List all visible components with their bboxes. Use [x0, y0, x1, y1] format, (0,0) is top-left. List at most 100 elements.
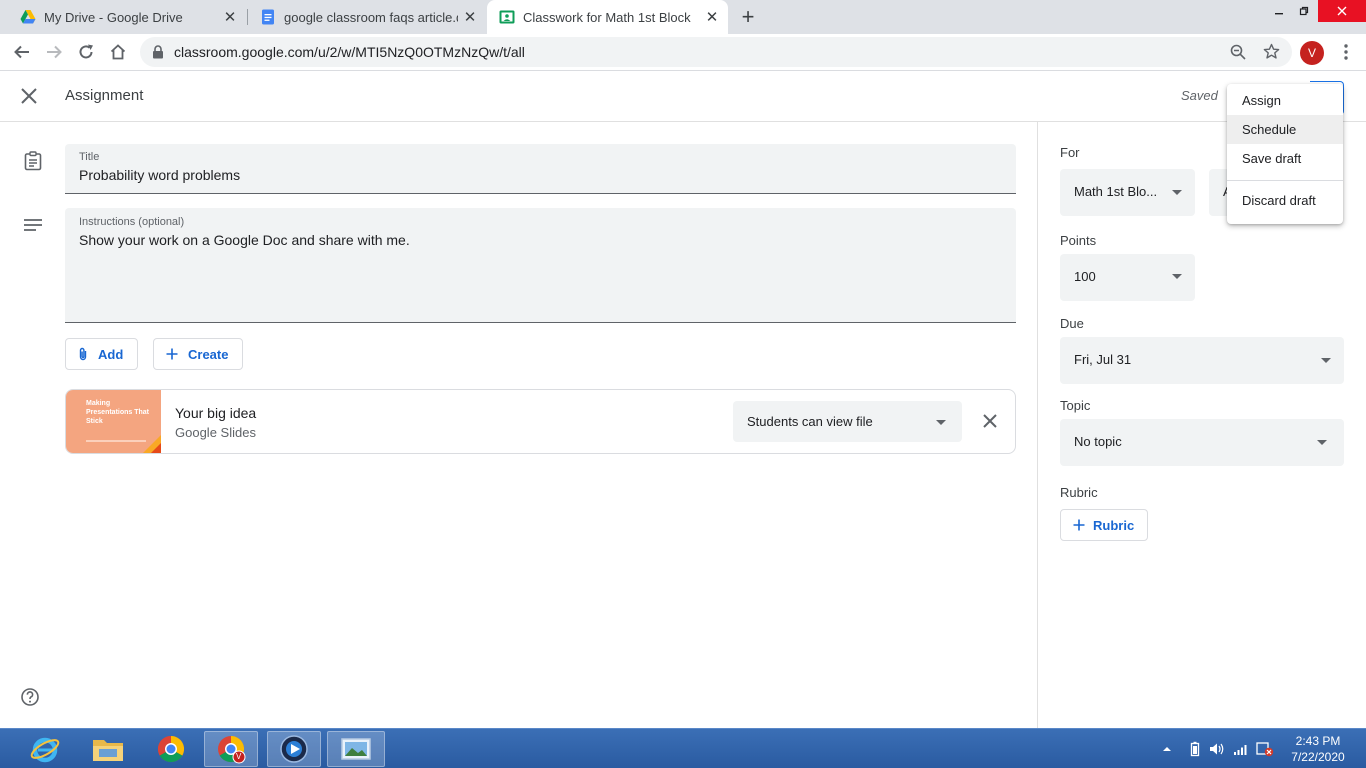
- save-status: Saved: [1181, 88, 1218, 103]
- menu-item-discard-draft[interactable]: Discard draft: [1227, 186, 1343, 215]
- tab-close-icon[interactable]: ✕: [462, 9, 478, 26]
- class-select-value: Math 1st Blo...: [1074, 184, 1158, 199]
- action-center-alert-icon[interactable]: [1256, 729, 1274, 768]
- for-label: For: [1060, 145, 1080, 160]
- clock-time: 2:43 PM: [1295, 734, 1341, 748]
- add-button-label: Add: [98, 346, 124, 362]
- tab-title: Classwork for Math 1st Block: [523, 9, 691, 25]
- address-bar[interactable]: classroom.google.com/u/2/w/MTI5NzQ0OTMzN…: [140, 37, 1292, 67]
- dropdown-arrow-icon: [1317, 440, 1327, 445]
- tab-title: My Drive - Google Drive: [44, 9, 183, 25]
- restore-icon[interactable]: [1293, 0, 1315, 22]
- home-icon[interactable]: [106, 40, 130, 64]
- students-select[interactable]: A: [1209, 169, 1232, 216]
- class-select[interactable]: Math 1st Blo...: [1060, 169, 1195, 216]
- tab-google-drive[interactable]: My Drive - Google Drive ✕: [0, 0, 246, 34]
- window-close-icon[interactable]: [1318, 0, 1366, 22]
- attachment-name[interactable]: Your big idea: [175, 405, 256, 421]
- browser-toolbar: classroom.google.com/u/2/w/MTI5NzQ0OTMzN…: [0, 34, 1366, 71]
- help-icon[interactable]: [20, 687, 40, 707]
- profile-avatar[interactable]: V: [1300, 41, 1324, 65]
- due-label: Due: [1060, 316, 1084, 331]
- topic-label: Topic: [1060, 398, 1091, 413]
- title-input[interactable]: Probability word problems: [79, 167, 240, 183]
- media-player-icon[interactable]: [267, 731, 321, 767]
- permission-select[interactable]: Students can view file: [733, 401, 962, 442]
- browser-tab-strip: My Drive - Google Drive ✕ google classro…: [0, 0, 1366, 34]
- thumbnail-decoration: [151, 443, 161, 453]
- bookmark-star-icon[interactable]: [1263, 43, 1280, 60]
- file-explorer-icon[interactable]: [83, 731, 133, 767]
- attachment-type: Google Slides: [175, 425, 256, 440]
- menu-divider: [1227, 180, 1343, 181]
- thumbnail-footer-line: [86, 440, 146, 442]
- internet-explorer-icon[interactable]: [20, 731, 70, 767]
- forward-arrow-icon[interactable]: [42, 40, 66, 64]
- dropdown-arrow-icon: [1172, 190, 1182, 195]
- topic-value: No topic: [1074, 434, 1122, 449]
- plus-icon: [1073, 519, 1085, 531]
- paperclip-icon: [78, 347, 88, 361]
- clock-date: 7/22/2020: [1291, 750, 1345, 764]
- back-arrow-icon[interactable]: [10, 40, 34, 64]
- add-rubric-button[interactable]: Rubric: [1060, 509, 1148, 541]
- tab-close-icon[interactable]: ✕: [222, 9, 238, 26]
- assignment-header: Assignment Saved: [0, 71, 1366, 122]
- assignment-icon: [24, 151, 42, 171]
- add-button[interactable]: Add: [65, 338, 139, 370]
- reload-icon[interactable]: [74, 40, 98, 64]
- thumbnail-title: Making Presentations That Stick: [86, 400, 150, 425]
- rubric-button-label: Rubric: [1093, 517, 1135, 533]
- create-button-label: Create: [188, 346, 229, 362]
- more-vert-icon[interactable]: [1334, 40, 1358, 64]
- zoom-icon[interactable]: [1230, 44, 1246, 60]
- rubric-label: Rubric: [1060, 485, 1098, 500]
- volume-icon[interactable]: [1209, 729, 1225, 768]
- due-select[interactable]: Fri, Jul 31: [1060, 337, 1344, 384]
- menu-item-assign[interactable]: Assign: [1227, 86, 1343, 115]
- title-field[interactable]: Title Probability word problems: [65, 144, 1016, 194]
- due-value: Fri, Jul 31: [1074, 352, 1132, 367]
- create-button[interactable]: Create: [153, 338, 244, 370]
- system-clock[interactable]: 2:43 PM 7/22/2020: [1280, 733, 1356, 765]
- lock-icon: [153, 45, 163, 59]
- chrome-icon[interactable]: [146, 731, 196, 767]
- instructions-input[interactable]: Show your work on a Google Doc and share…: [79, 232, 410, 248]
- windows-taskbar: V 2:43 PM 7/22/2020: [0, 728, 1366, 768]
- attachment-card[interactable]: Making Presentations That Stick Your big…: [65, 389, 1016, 454]
- page-title: Assignment: [65, 87, 144, 104]
- menu-item-schedule[interactable]: Schedule: [1227, 115, 1343, 144]
- chrome-profile-icon[interactable]: V: [204, 731, 258, 767]
- profile-badge: V: [236, 752, 242, 761]
- instructions-label: Instructions (optional): [79, 216, 185, 228]
- tab-title: google classroom faqs article.docx: [284, 9, 458, 25]
- show-hidden-icons-icon[interactable]: [1162, 729, 1172, 768]
- menu-item-save-draft[interactable]: Save draft: [1227, 144, 1343, 173]
- tab-google-docs[interactable]: google classroom faqs article.docx ✕: [248, 0, 486, 34]
- tab-classroom[interactable]: Classwork for Math 1st Block ✕: [487, 0, 728, 34]
- network-signal-icon[interactable]: [1233, 729, 1249, 768]
- title-label: Title: [79, 151, 100, 163]
- new-tab-button[interactable]: +: [736, 4, 760, 29]
- remove-attachment-icon[interactable]: [979, 410, 1001, 432]
- photo-viewer-icon[interactable]: [327, 731, 385, 767]
- tab-close-icon[interactable]: ✕: [704, 9, 720, 26]
- points-label: Points: [1060, 233, 1097, 248]
- google-docs-icon: [262, 9, 274, 25]
- notes-icon: [24, 219, 42, 231]
- dropdown-arrow-icon: [936, 420, 946, 425]
- close-icon[interactable]: [18, 85, 40, 107]
- google-drive-icon: [20, 10, 36, 24]
- plus-icon: [166, 348, 178, 360]
- instructions-field[interactable]: Instructions (optional) Show your work o…: [65, 208, 1016, 323]
- assign-options-menu: Assign Schedule Save draft Discard draft: [1227, 84, 1343, 224]
- battery-icon[interactable]: [1190, 729, 1200, 768]
- dropdown-arrow-icon: [1172, 274, 1182, 279]
- points-select[interactable]: 100: [1060, 254, 1195, 301]
- slides-thumbnail[interactable]: Making Presentations That Stick: [66, 390, 161, 453]
- permission-value: Students can view file: [747, 414, 873, 429]
- url-text: classroom.google.com/u/2/w/MTI5NzQ0OTMzN…: [174, 44, 525, 60]
- topic-select[interactable]: No topic: [1060, 419, 1344, 466]
- points-value: 100: [1074, 269, 1096, 284]
- minimize-icon[interactable]: [1268, 0, 1290, 22]
